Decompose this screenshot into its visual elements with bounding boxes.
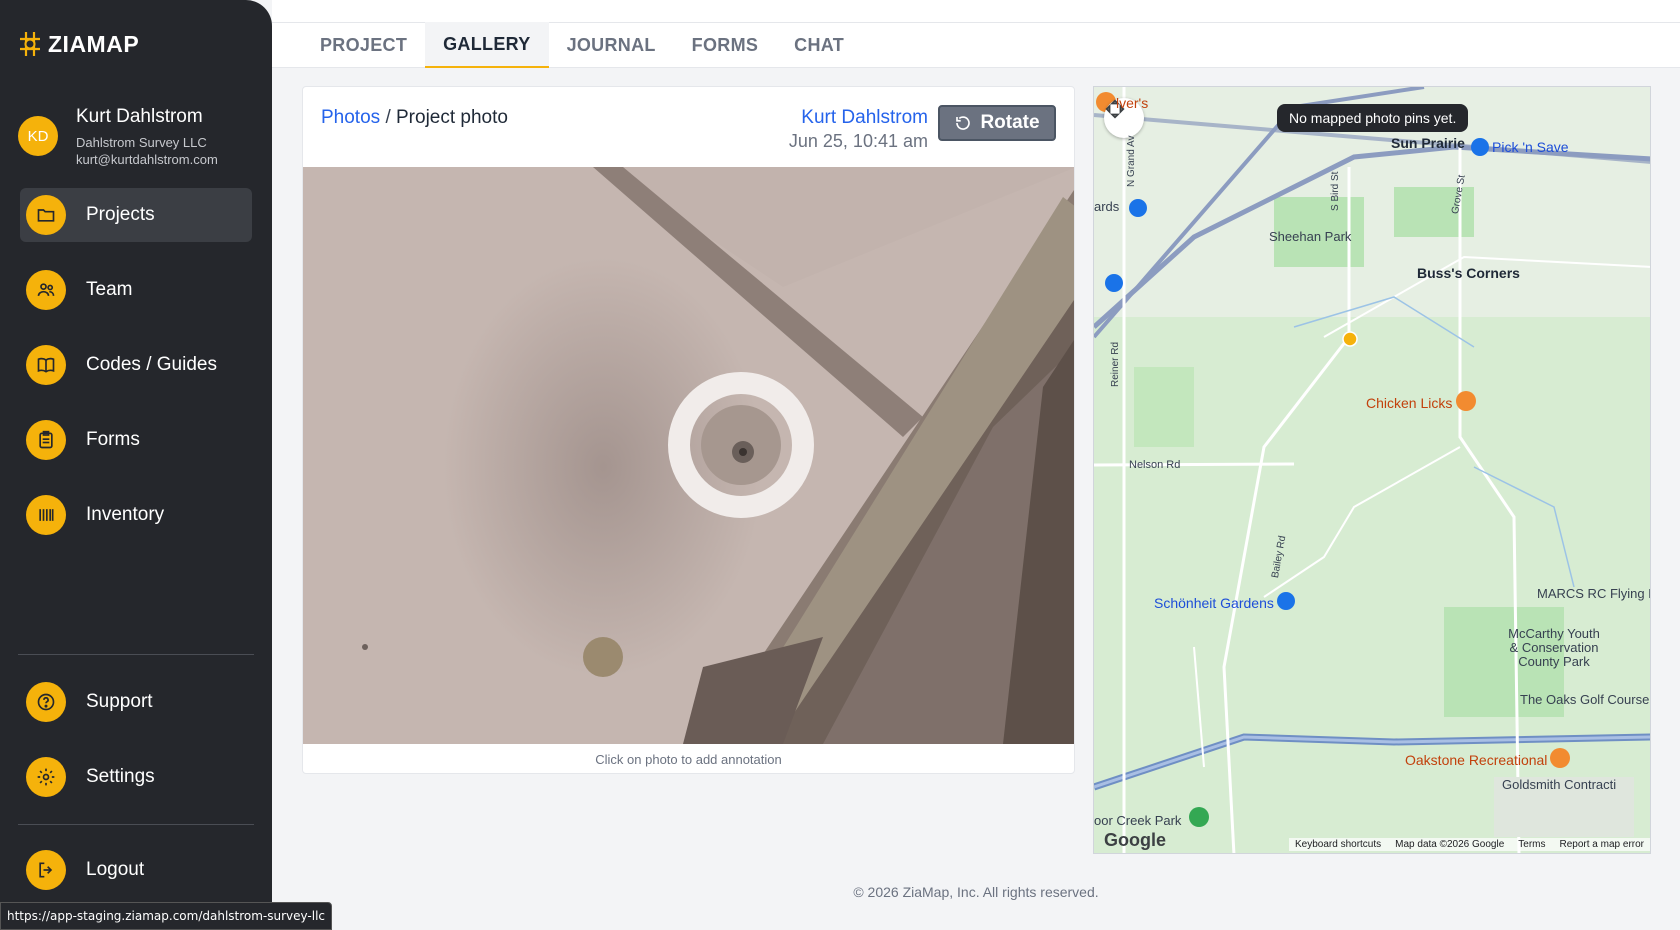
avatar: KD xyxy=(18,116,58,156)
nav-label: Settings xyxy=(86,766,155,787)
map-label[interactable]: lver's xyxy=(1116,95,1148,111)
map-label[interactable]: Goldsmith Contracti xyxy=(1502,777,1616,792)
sidebar: ZIAMAP KD Kurt Dahlstrom Dahlstrom Surve… xyxy=(0,0,272,930)
map-report-error-link[interactable]: Report a map error xyxy=(1560,839,1644,850)
nav-label: Forms xyxy=(86,429,140,450)
folder-icon xyxy=(26,195,66,235)
project-map[interactable]: No mapped photo pins yet. lver's ards Su… xyxy=(1093,86,1651,854)
tab-chat[interactable]: CHAT xyxy=(776,22,862,68)
zia-sun-icon xyxy=(20,32,40,56)
google-logo[interactable]: Google xyxy=(1104,830,1166,851)
nav-divider xyxy=(18,654,254,655)
photo-date: Jun 25, 10:41 am xyxy=(788,131,928,151)
nav-label: Inventory xyxy=(86,504,165,525)
breadcrumb: Photos / Project photo xyxy=(321,107,508,129)
rotate-icon xyxy=(956,116,971,130)
map-label: N Grand Av xyxy=(1126,135,1137,187)
nav-item-inventory[interactable]: Inventory xyxy=(20,488,252,542)
book-icon xyxy=(26,345,66,385)
map-label[interactable]: The Oaks Golf Course xyxy=(1520,692,1649,707)
help-icon xyxy=(26,682,66,722)
tab-project[interactable]: PROJECT xyxy=(302,22,425,68)
photo-image xyxy=(303,167,1074,744)
barcode-icon xyxy=(26,495,66,535)
map-label[interactable]: ards xyxy=(1094,199,1119,214)
map-label[interactable]: Sun Prairie xyxy=(1391,135,1465,151)
photo-card: Photos / Project photo Kurt Dahlstrom Ju… xyxy=(302,86,1075,774)
nav-label: Team xyxy=(86,279,133,300)
user-profile: KD Kurt Dahlstrom Dahlstrom Survey LLC k… xyxy=(18,106,218,168)
map-label[interactable]: Pick 'n Save xyxy=(1492,139,1569,155)
map-keyboard-shortcuts-link[interactable]: Keyboard shortcuts xyxy=(1295,839,1381,850)
status-bar-url: https://app-staging.ziamap.com/dahlstrom… xyxy=(0,902,333,930)
brand-name: ZIAMAP xyxy=(48,30,140,57)
main-nav: Projects Team Codes / Guides Forms Inven… xyxy=(20,188,252,542)
map-label[interactable]: MARCS RC Flying Fi xyxy=(1537,586,1650,601)
photo-annotation-hint: Click on photo to add annotation xyxy=(595,752,782,767)
users-icon xyxy=(26,270,66,310)
rotate-button[interactable]: Rotate xyxy=(938,105,1056,141)
gear-icon xyxy=(26,757,66,797)
project-photo[interactable] xyxy=(303,167,1074,744)
nav-divider xyxy=(18,824,254,825)
ziamap-logo[interactable]: ZIAMAP xyxy=(18,30,139,58)
project-tabs: PROJECT GALLERY JOURNAL FORMS CHAT xyxy=(302,22,862,68)
footer-copyright: © 2026 ZiaMap, Inc. All rights reserved. xyxy=(853,884,1099,900)
map-attribution: Keyboard shortcuts Map data ©2026 Google… xyxy=(1288,838,1650,851)
map-label[interactable]: oor Creek Park xyxy=(1094,813,1181,828)
breadcrumb-separator: / xyxy=(385,107,391,128)
map-terms-link[interactable]: Terms xyxy=(1518,839,1545,850)
user-email: kurt@kurtdahlstrom.com xyxy=(76,152,218,167)
map-no-pins-tooltip: No mapped photo pins yet. xyxy=(1277,104,1469,132)
rotate-label: Rotate xyxy=(980,112,1040,133)
tab-forms[interactable]: FORMS xyxy=(674,22,777,68)
user-name: Kurt Dahlstrom xyxy=(76,106,203,127)
photo-meta: Kurt Dahlstrom Jun 25, 10:41 am xyxy=(789,107,928,152)
map-label[interactable]: Oakstone Recreational xyxy=(1405,752,1547,768)
breadcrumb-current: Project photo xyxy=(396,107,508,128)
map-label: Reiner Rd xyxy=(1110,341,1121,387)
map-label[interactable]: Sheehan Park xyxy=(1269,229,1351,244)
nav-label: Projects xyxy=(86,204,155,225)
map-label[interactable]: Schönheit Gardens xyxy=(1154,595,1274,611)
nav-item-team[interactable]: Team xyxy=(20,263,252,317)
map-data-credit: Map data ©2026 Google xyxy=(1395,839,1505,850)
map-label[interactable]: Chicken Licks xyxy=(1366,395,1452,411)
map-label[interactable]: McCarthy Youth & Conservation County Par… xyxy=(1504,627,1604,669)
nav-item-support[interactable]: Support xyxy=(20,675,252,729)
clipboard-icon xyxy=(26,420,66,460)
nav-label: Codes / Guides xyxy=(86,354,217,375)
nav-label: Support xyxy=(86,691,153,712)
nav-item-projects[interactable]: Projects xyxy=(20,188,252,242)
map-label: S Bird St xyxy=(1330,171,1341,211)
logout-icon xyxy=(26,850,66,890)
nav-item-logout[interactable]: Logout xyxy=(20,843,252,897)
nav-label: Logout xyxy=(86,859,145,880)
map-label: Nelson Rd xyxy=(1129,459,1181,471)
nav-item-codes-guides[interactable]: Codes / Guides xyxy=(20,338,252,392)
photo-author-link[interactable]: Kurt Dahlstrom xyxy=(789,107,928,129)
tab-gallery[interactable]: GALLERY xyxy=(425,22,549,68)
logout-nav: Logout xyxy=(20,843,252,897)
breadcrumb-photos-link[interactable]: Photos xyxy=(321,107,380,128)
user-company: Dahlstrom Survey LLC xyxy=(76,135,207,150)
tab-journal[interactable]: JOURNAL xyxy=(549,22,674,68)
map-label[interactable]: Buss's Corners xyxy=(1417,265,1520,281)
nav-item-settings[interactable]: Settings xyxy=(20,750,252,804)
nav-item-forms[interactable]: Forms xyxy=(20,413,252,467)
secondary-nav: Support Settings xyxy=(20,675,252,804)
